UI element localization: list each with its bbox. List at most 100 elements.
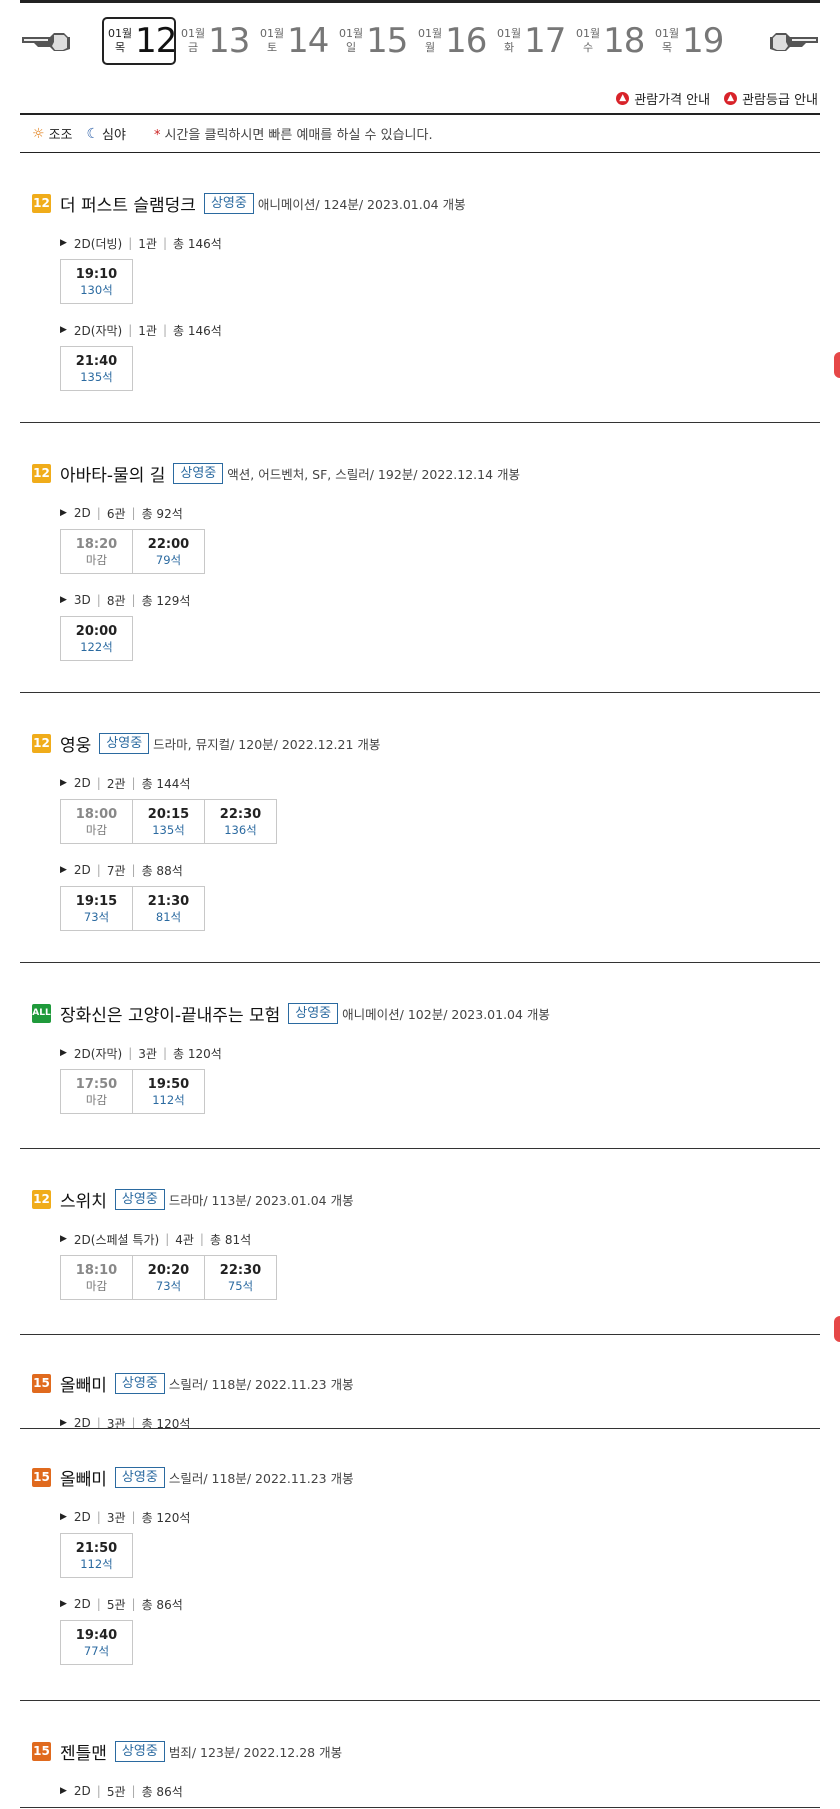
side-tab-handle[interactable] [834,352,840,378]
movie-title-row: 15 젠틀맨 상영중 범죄/ 123분/ 2022.12.28 개봉 [20,1737,820,1765]
movie-section: 12 영웅 상영중 드라마, 뮤지컬/ 120분/ 2022.12.21 개봉 ▶ 2D |… [20,693,820,963]
showtime-list: 19:15 73석 21:30 81석 [60,886,820,931]
separator: | [165,1232,170,1246]
hall-block: ▶ 2D(스페셜 특가) | 4관 | 총 81석 18:10 마감 20:20 73석 22:30… [60,1229,820,1300]
separator: | [131,863,136,877]
showtime-button[interactable]: 20:15 135석 [132,799,205,844]
hall-info: ▶ 2D | 6관 | 총 92석 [60,503,820,523]
triangle-right-icon: ▶ [60,1418,67,1428]
triangle-right-icon: ▶ [60,865,67,875]
grade-guide-link[interactable]: ▲ 관람등급 안내 [724,89,818,108]
date-tab-12[interactable]: 01월 목 12 [102,17,177,65]
triangle-right-icon: ▶ [60,1234,67,1244]
side-tab-handle[interactable] [834,1316,840,1342]
hall-name: 5관 [106,1784,126,1799]
date-month: 01월 [418,27,443,40]
hall-block: ▶ 2D | 6관 | 총 92석 18:20 마감 22:00 79석 [60,503,820,574]
showtime-button[interactable]: 22:30 136석 [204,799,277,844]
showtime-list: 18:00 마감 20:15 135석 22:30 136석 [60,799,820,844]
separator: | [131,593,136,607]
date-tab-16[interactable]: 01월 월 16 [418,17,497,65]
showtime-button[interactable]: 18:10 마감 [60,1255,133,1300]
age-rating-badge: ALL [32,1003,51,1023]
date-tab-15[interactable]: 01월 일 15 [339,17,418,65]
hall-info: ▶ 2D(자막) | 1관 | 총 146석 [60,320,820,340]
showtime-button[interactable]: 18:00 마감 [60,799,133,844]
showtime-button[interactable]: 21:50 112석 [60,1533,133,1578]
screening-status-badge: 상영중 [203,192,254,214]
date-month: 01월 [655,27,680,40]
showtime-time: 17:50 [75,1076,118,1092]
showtime-button[interactable]: 17:50 마감 [60,1069,133,1114]
screen-type: 2D [73,776,91,790]
booking-note-text: 시간을 클릭하시면 빠른 예매를 하실 수 있습니다. [164,128,433,143]
movie-title[interactable]: 장화신은 고양이-끝내주는 모험 [60,1001,280,1026]
movie-title[interactable]: 더 퍼스트 슬램덩크 [60,191,196,216]
date-tab-18[interactable]: 01월 수 18 [576,17,655,65]
showtime-time: 20:20 [147,1262,190,1278]
info-links: ▲ 관람가격 안내 ▲ 관람등급 안내 [20,83,820,113]
age-rating-badge: 12 [32,733,51,753]
hall-info: ▶ 2D | 3관 | 총 120석 [60,1507,820,1527]
movie-title[interactable]: 아바타-물의 길 [60,461,165,486]
movie-title-row: ALL 장화신은 고양이-끝내주는 모험 상영중 애니메이션/ 102분/ 2023.… [20,999,820,1027]
hall-block: ▶ 2D | 2관 | 총 144석 18:00 마감 20:15 135석 22:30 136석 [60,773,820,844]
movie-title[interactable]: 스위치 [60,1187,107,1212]
movie-title[interactable]: 영웅 [60,731,91,756]
age-rating-badge: 12 [32,463,51,483]
hall-name: 3관 [138,1046,157,1061]
screening-status-badge: 상영중 [173,462,224,484]
hall-info: ▶ 2D | 3관 | 총 120석 [60,1413,820,1429]
showtime-seats: 135석 [80,369,113,384]
next-pointing-hand-icon[interactable] [768,29,820,55]
movie-title[interactable]: 올빼미 [60,1465,107,1490]
date-tab-14[interactable]: 01월 토 14 [260,17,339,65]
total-seats: 총 120석 [141,1416,191,1429]
showtime-button[interactable]: 18:20 마감 [60,529,133,574]
showtime-button[interactable]: 22:30 75석 [204,1255,277,1300]
showtime-button[interactable]: 19:15 73석 [60,886,133,931]
showtime-button[interactable]: 20:00 122석 [60,616,133,661]
showtime-button[interactable]: 21:40 135석 [60,346,133,391]
showtime-time: 21:50 [75,1540,118,1556]
showtime-button[interactable]: 19:50 112석 [132,1069,205,1114]
showtime-button[interactable]: 19:40 77석 [60,1620,133,1665]
movie-info: 스릴러/ 118분/ 2022.11.23 개봉 [168,1376,354,1392]
showtime-button[interactable]: 20:20 73석 [132,1255,205,1300]
date-day: 16 [445,21,487,61]
showtime-list: 17:50 마감 19:50 112석 [60,1069,820,1114]
total-seats: 총 92석 [141,506,183,521]
showtime-list: 18:20 마감 22:00 79석 [60,529,820,574]
separator: | [96,593,101,607]
date-day: 15 [366,21,408,61]
price-guide-label: 관람가격 안내 [634,92,711,108]
date-tab-17[interactable]: 01월 화 17 [497,17,576,65]
showtime-button[interactable]: 19:10 130석 [60,259,133,304]
showtime-button[interactable]: 22:00 79석 [132,529,205,574]
separator: | [96,1416,101,1429]
date-tab-13[interactable]: 01월 금 13 [181,17,260,65]
price-guide-link[interactable]: ▲ 관람가격 안내 [616,89,710,108]
date-weekday: 월 [425,41,436,54]
separator: | [162,1046,168,1060]
prev-pointing-hand-icon[interactable] [20,29,72,55]
separator: | [131,1416,136,1429]
showtime-button[interactable]: 21:30 81석 [132,886,205,931]
time-legend: ☼ 조조 ☾ 심야 * 시간을 클릭하시면 빠른 예매를 하실 수 있습니다. [20,113,820,153]
showtime-seats: 130석 [80,282,113,297]
total-seats: 총 146석 [173,236,222,251]
movie-title[interactable]: 올빼미 [60,1371,107,1396]
movie-title[interactable]: 젠틀맨 [60,1739,107,1764]
showtime-time: 20:15 [147,806,190,822]
separator: | [131,1597,136,1611]
total-seats: 총 120석 [141,1510,191,1525]
hall-block: ▶ 2D | 3관 | 총 120석 21:50 112석 [60,1507,820,1578]
date-tab-19[interactable]: 01월 목 19 [655,17,734,65]
morning-label: 조조 [48,128,73,143]
separator: | [96,863,101,877]
date-weekday: 화 [504,41,515,54]
info-dot-icon: ▲ [616,91,630,105]
screening-status-badge: 상영중 [114,1372,165,1394]
showtime-list: 21:50 112석 [60,1533,820,1578]
showtime-seats: 마감 [85,552,108,567]
